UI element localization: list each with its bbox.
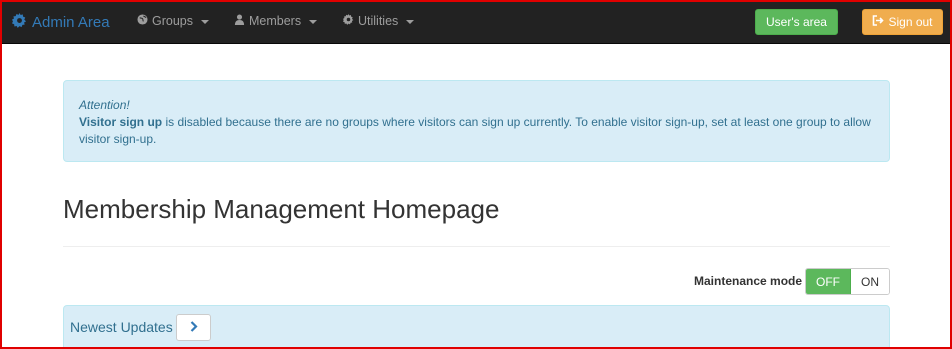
user-icon — [234, 14, 245, 28]
caret-down-icon — [309, 19, 318, 24]
globe-icon — [137, 14, 148, 28]
alert-bold-text: Visitor sign up — [79, 115, 163, 129]
users-area-button[interactable]: User's area — [755, 9, 838, 35]
chevron-right-icon — [190, 320, 198, 335]
sign-out-icon — [872, 15, 885, 29]
nav-menu-members[interactable]: Members — [234, 14, 318, 28]
nav-menu-utilities[interactable]: Utilities — [343, 14, 415, 28]
visitor-signup-alert: Attention! Visitor sign up is disabled b… — [63, 80, 890, 162]
newest-updates-expand-button[interactable] — [176, 314, 211, 341]
nav-menu-groups[interactable]: Groups — [137, 14, 209, 28]
nav-menu-members-label: Members — [249, 14, 302, 28]
newest-updates-panel: Newest Updates — [63, 305, 890, 349]
window-frame — [0, 0, 952, 349]
maintenance-off-button[interactable]: OFF — [806, 269, 851, 294]
gear-icon — [343, 14, 354, 28]
alert-heading: Attention! — [79, 98, 130, 112]
gear-icon — [12, 13, 27, 32]
nav-menu-utilities-label: Utilities — [358, 14, 399, 28]
maintenance-mode-label: Maintenance mode — [694, 274, 803, 288]
users-area-label: User's area — [766, 15, 827, 29]
brand-link[interactable]: Admin Area — [12, 13, 110, 32]
brand-label: Admin Area — [32, 14, 110, 31]
maintenance-mode-toggle: OFF ON — [805, 268, 890, 295]
newest-updates-title: Newest Updates — [70, 319, 173, 335]
caret-down-icon — [201, 19, 209, 24]
alert-body: is disabled because there are no groups … — [79, 115, 871, 146]
sign-out-button[interactable]: Sign out — [862, 9, 943, 35]
nav-menu-groups-label: Groups — [152, 14, 193, 28]
top-navbar: Admin Area Groups Members Utilities User… — [0, 0, 952, 44]
divider — [63, 246, 890, 247]
page-title: Membership Management Homepage — [63, 194, 500, 224]
maintenance-on-button[interactable]: ON — [851, 269, 889, 294]
sign-out-label: Sign out — [888, 15, 933, 29]
caret-down-icon — [406, 19, 415, 24]
